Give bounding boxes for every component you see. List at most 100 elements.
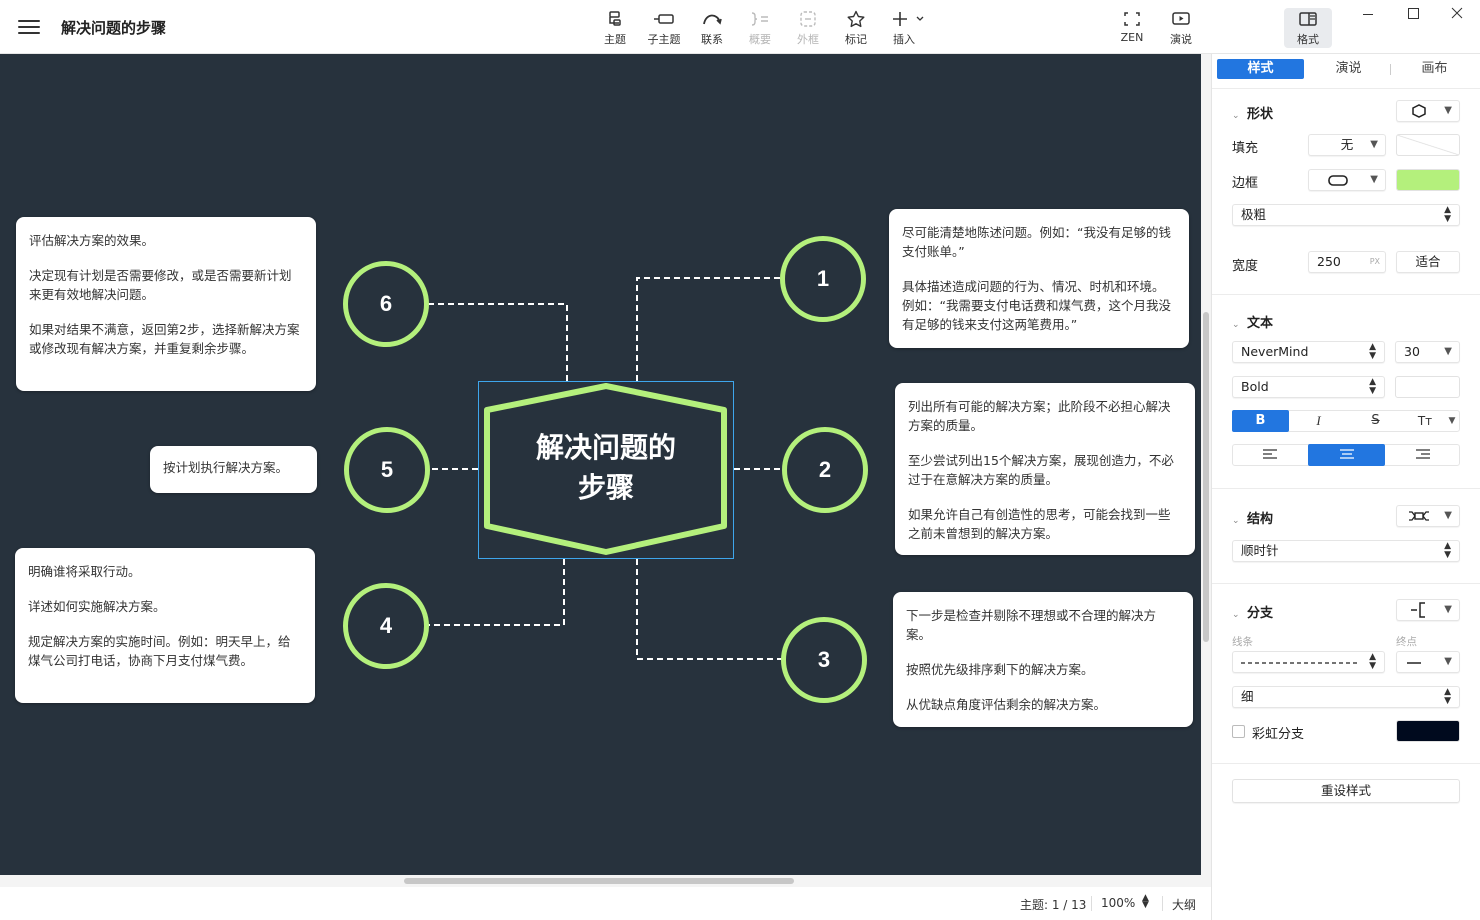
branch-number-4: 4 xyxy=(379,613,393,638)
menu-icon[interactable] xyxy=(18,17,40,37)
boundary-button[interactable]: 外框 xyxy=(784,8,832,48)
section-shape[interactable]: ⌄ 形状 xyxy=(1232,103,1273,122)
close-icon[interactable] xyxy=(1435,4,1479,24)
branch-color-swatch[interactable] xyxy=(1396,720,1460,742)
hexagon-shape-icon xyxy=(1412,104,1426,118)
boundary-icon xyxy=(800,11,816,27)
relationship-button[interactable]: 联系 xyxy=(688,8,736,48)
insert-subtopic-button[interactable]: 子主题 xyxy=(640,8,688,48)
note-branch-6[interactable]: 评估解决方案的效果。 决定现有计划是否需要修改，或是否需要新计划来更有效地解决问… xyxy=(16,217,316,391)
align-right-button[interactable] xyxy=(1385,444,1460,466)
zen-mode-button[interactable]: ZEN xyxy=(1108,8,1156,48)
branch-topic-1[interactable]: 1 xyxy=(780,236,866,322)
branch-number-5: 5 xyxy=(380,457,394,482)
end-label: 终点 xyxy=(1396,636,1417,648)
note-branch-3[interactable]: 下一步是检查并剔除不理想或不合理的解决方案。 按照优先级排序剩下的解决方案。 从… xyxy=(893,592,1193,727)
branch-topic-3[interactable]: 3 xyxy=(781,617,867,703)
branch-topic-5[interactable]: 5 xyxy=(344,427,430,513)
note-text: 如果对结果不满意，返回第2步，选择新解决方案或修改现有解决方案，并重复剩余步骤。 xyxy=(29,322,300,356)
panel-tabs: 样式 演说 画布 xyxy=(1216,59,1477,79)
play-icon xyxy=(1172,12,1190,25)
line-thickness-select[interactable]: 细 ▲ ▼ xyxy=(1232,686,1460,708)
width-input[interactable]: 250 PX xyxy=(1308,251,1386,273)
structure-type-select[interactable]: ▼ xyxy=(1396,505,1460,527)
note-branch-5[interactable]: 按计划执行解决方案。 xyxy=(150,446,317,493)
horizontal-scroll-thumb[interactable] xyxy=(404,878,794,884)
insert-button[interactable]: 插入 xyxy=(884,8,932,48)
section-structure[interactable]: ⌄ 结构 xyxy=(1232,508,1273,527)
map-structure-icon xyxy=(1409,511,1429,521)
horizontal-scrollbar[interactable] xyxy=(0,875,1211,887)
summary-button[interactable]: 概要 xyxy=(736,8,784,48)
elbow-connector-icon xyxy=(1411,602,1425,618)
central-topic[interactable]: 解决问题的 步骤 xyxy=(478,381,734,559)
align-center-button[interactable] xyxy=(1308,444,1385,466)
marker-button[interactable]: 标记 xyxy=(832,8,880,48)
divider xyxy=(1212,294,1480,295)
border-color-swatch[interactable] xyxy=(1396,169,1460,191)
text-case-button[interactable]: Tт xyxy=(1404,410,1446,432)
stepper-icon: ▲ ▼ xyxy=(1369,377,1376,396)
note-branch-1[interactable]: 尽可能清楚地陈述问题。例如：“我没有足够的钱支付账单。” 具体描述造成问题的行为… xyxy=(889,209,1189,348)
note-branch-2[interactable]: 列出所有可能的解决方案；此阶段不必担心解决方案的质量。 至少尝试列出15个解决方… xyxy=(895,383,1195,555)
outline-button[interactable]: 大纲 xyxy=(1172,896,1196,913)
pitch-mode-button[interactable]: 演说 xyxy=(1157,8,1205,48)
chevron-down-icon[interactable]: ▼ xyxy=(1444,410,1460,432)
font-weight-select[interactable]: Bold ▲ ▼ xyxy=(1232,376,1385,398)
rainbow-branch-checkbox[interactable] xyxy=(1232,725,1245,738)
vertical-scrollbar[interactable] xyxy=(1201,54,1211,875)
branch-connector-select[interactable]: ▼ xyxy=(1396,599,1460,621)
border-label: 边框 xyxy=(1232,176,1259,191)
section-text[interactable]: ⌄ 文本 xyxy=(1232,312,1273,331)
format-panel-button[interactable]: 格式 xyxy=(1284,8,1332,48)
format-label: 格式 xyxy=(1297,33,1319,46)
align-right-icon xyxy=(1415,449,1430,459)
bold-button[interactable]: B xyxy=(1232,410,1289,432)
zoom-stepper-icon[interactable]: ▲ ▼ xyxy=(1142,894,1149,910)
divider xyxy=(1390,64,1391,75)
fill-select[interactable]: 无 ▼ xyxy=(1308,134,1386,156)
structure-direction-select[interactable]: 顺时针 ▲ ▼ xyxy=(1232,540,1460,562)
vertical-scroll-thumb[interactable] xyxy=(1203,312,1209,642)
note-text: 列出所有可能的解决方案；此阶段不必担心解决方案的质量。 xyxy=(908,399,1171,433)
align-left-button[interactable] xyxy=(1232,444,1308,466)
branch-topic-2[interactable]: 2 xyxy=(782,427,868,513)
fill-color-swatch[interactable] xyxy=(1396,134,1460,156)
line-style-select[interactable]: ▲ ▼ xyxy=(1232,651,1385,673)
divider xyxy=(1162,896,1163,911)
italic-button[interactable]: I xyxy=(1290,410,1347,432)
text-align-group xyxy=(1232,444,1460,466)
shape-select[interactable]: ▼ xyxy=(1396,100,1460,122)
branch-number-6: 6 xyxy=(379,291,393,316)
insert-topic-button[interactable]: 主题 xyxy=(591,8,639,48)
note-text: 至少尝试列出15个解决方案，展现创造力，不必过于在意解决方案的质量。 xyxy=(908,453,1174,487)
branch-topic-6[interactable]: 6 xyxy=(343,261,429,347)
mindmap-canvas[interactable]: 解决问题的 步骤 1 2 3 4 5 6 尽可能清楚地陈述问题。例如：“我没有足… xyxy=(0,54,1201,875)
font-family-value: NeverMind xyxy=(1241,344,1309,359)
section-branch[interactable]: ⌄ 分支 xyxy=(1232,602,1273,621)
reset-style-button[interactable]: 重设样式 xyxy=(1232,779,1460,803)
document-title: 解决问题的步骤 xyxy=(61,19,167,37)
font-family-select[interactable]: NeverMind ▲ ▼ xyxy=(1232,341,1385,363)
branch-number-1: 1 xyxy=(816,266,830,291)
border-weight-select[interactable]: 极粗 ▲ ▼ xyxy=(1232,204,1460,226)
font-size-select[interactable]: 30 ▼ xyxy=(1395,341,1460,363)
tab-pitch[interactable]: 演说 xyxy=(1307,59,1390,79)
fit-button[interactable]: 适合 xyxy=(1396,251,1460,273)
tab-canvas[interactable]: 画布 xyxy=(1393,59,1476,79)
border-style-select[interactable]: ▼ xyxy=(1308,169,1386,191)
summary-label: 概要 xyxy=(749,33,771,46)
maximize-icon[interactable] xyxy=(1391,4,1435,24)
branch-topic-4[interactable]: 4 xyxy=(343,583,429,669)
zoom-level[interactable]: 100% xyxy=(1101,896,1135,910)
branch-number-3: 3 xyxy=(817,647,831,672)
line-end-select[interactable]: ▼ xyxy=(1396,651,1460,673)
strikethrough-button[interactable]: S xyxy=(1347,410,1404,432)
chevron-down-icon: ▼ xyxy=(1370,139,1378,150)
minimize-icon[interactable] xyxy=(1346,4,1390,24)
tab-style[interactable]: 样式 xyxy=(1217,59,1304,79)
text-color-swatch[interactable] xyxy=(1395,376,1460,398)
divider xyxy=(1212,88,1480,89)
note-branch-4[interactable]: 明确谁将采取行动。 详述如何实施解决方案。 规定解决方案的实施时间。例如：明天早… xyxy=(15,548,315,703)
align-center-icon xyxy=(1339,449,1354,459)
